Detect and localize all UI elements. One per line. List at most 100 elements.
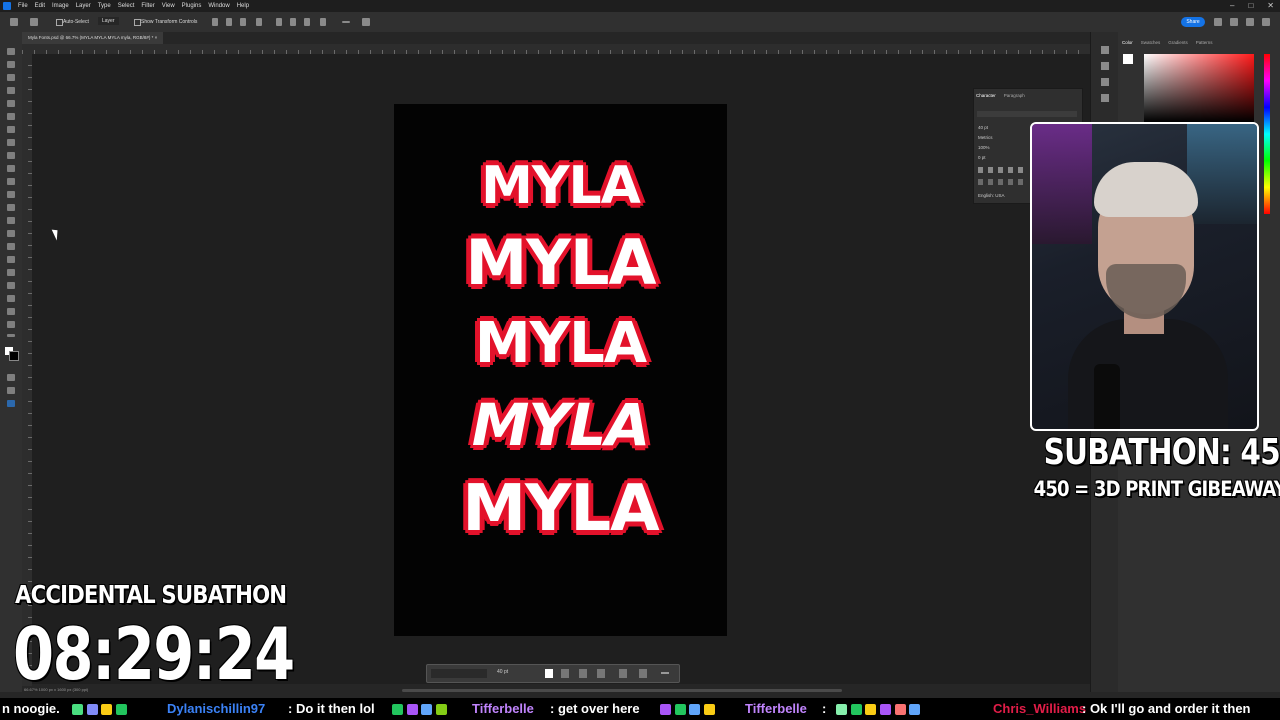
zoom-tool-icon[interactable] — [7, 321, 15, 328]
type-style-buttons[interactable] — [978, 167, 1026, 173]
myla-text-layer-3[interactable]: MYLA — [394, 311, 727, 376]
tab-patterns[interactable]: Patterns — [1196, 40, 1213, 45]
font-family-field[interactable] — [431, 669, 487, 678]
move-tool-icon[interactable] — [7, 48, 15, 55]
menu-filter[interactable]: Filter — [141, 0, 154, 12]
myla-text-layer-2[interactable]: MYLA — [394, 226, 727, 299]
close-tab-icon[interactable]: × — [155, 35, 158, 40]
tab-swatches[interactable]: Swatches — [1141, 40, 1161, 45]
font-size-field[interactable]: 40 pt — [497, 669, 508, 675]
kerning-value[interactable]: Metrics — [978, 135, 993, 140]
align-right-text-icon[interactable] — [597, 669, 605, 678]
workspace-icon[interactable] — [1246, 18, 1254, 26]
distribute-horizontal-icon[interactable] — [304, 18, 310, 26]
horizontal-scrollbar[interactable] — [402, 689, 842, 692]
text-color-swatch[interactable] — [545, 669, 553, 678]
pen-tool-alt-icon[interactable] — [7, 256, 15, 263]
menu-file[interactable]: File — [18, 0, 28, 12]
eraser-tool-icon[interactable] — [7, 191, 15, 198]
distribute-spacing-icon[interactable] — [320, 18, 326, 26]
text-options-icon[interactable] — [639, 669, 647, 678]
layer-select-dropdown[interactable]: Layer — [98, 17, 119, 25]
minimize-icon[interactable]: – — [1230, 0, 1234, 12]
myla-text-layer-1[interactable]: MYLA — [394, 156, 727, 216]
menu-select[interactable]: Select — [118, 0, 135, 12]
language-value[interactable]: English: USA — [978, 193, 1005, 198]
artboard[interactable]: MYLA MYLA MYLA MYLA MYLA — [394, 104, 727, 636]
align-left-text-icon[interactable] — [561, 669, 569, 678]
history-brush-tool-icon[interactable] — [7, 178, 15, 185]
menu-edit[interactable]: Edit — [35, 0, 45, 12]
blur-tool-icon[interactable] — [7, 217, 15, 224]
screen-mode-icon[interactable] — [7, 387, 15, 394]
align-center-icon[interactable] — [226, 18, 232, 26]
menu-layer[interactable]: Layer — [76, 0, 91, 12]
type-tool-icon[interactable] — [7, 269, 15, 276]
move-tool-icon[interactable] — [30, 18, 38, 26]
eyedropper-tool-icon[interactable] — [7, 126, 15, 133]
baseline-shift-value[interactable]: 0 pt — [978, 155, 986, 160]
tab-gradients[interactable]: Gradients — [1168, 40, 1188, 45]
myla-text-layer-4[interactable]: MYLA — [394, 391, 727, 459]
lightbulb-icon[interactable] — [1214, 18, 1222, 26]
rectangle-tool-icon[interactable] — [7, 295, 15, 302]
tab-paragraph[interactable]: Paragraph — [1004, 93, 1025, 98]
more-icon[interactable] — [661, 672, 669, 674]
lasso-tool-icon[interactable] — [7, 74, 15, 81]
more-options-icon[interactable] — [342, 21, 350, 23]
comments-panel-icon[interactable] — [1101, 94, 1109, 102]
marquee-tool-icon[interactable] — [7, 61, 15, 68]
foreground-color-chip[interactable] — [1123, 54, 1133, 64]
search-icon[interactable] — [1230, 18, 1238, 26]
opentype-buttons[interactable] — [978, 179, 1026, 185]
properties-panel-icon[interactable] — [1101, 78, 1109, 86]
menu-image[interactable]: Image — [52, 0, 69, 12]
menu-help[interactable]: Help — [237, 0, 249, 12]
transform-controls-checkbox[interactable] — [134, 19, 141, 26]
horizontal-ruler[interactable] — [22, 44, 1090, 54]
generative-fill-icon[interactable] — [7, 400, 15, 407]
myla-text-layer-5[interactable]: MYLA — [394, 472, 727, 546]
clone-stamp-tool-icon[interactable] — [7, 165, 15, 172]
gear-icon[interactable] — [362, 18, 370, 26]
color-picker-field[interactable] — [1144, 54, 1254, 122]
align-center-text-icon[interactable] — [579, 669, 587, 678]
distribute-icon[interactable] — [276, 18, 282, 26]
tab-character[interactable]: Character — [976, 93, 996, 98]
document-tab[interactable]: Myla Fonts.psd @ 66.7% (MYLA MYLA MYLA m… — [22, 32, 164, 44]
auto-select-checkbox[interactable] — [56, 19, 63, 26]
quick-mask-icon[interactable] — [7, 374, 15, 381]
dodge-tool-icon[interactable] — [7, 230, 15, 237]
vertical-scale-value[interactable]: 100% — [978, 145, 990, 150]
distribute-vertical-icon[interactable] — [290, 18, 296, 26]
hue-slider[interactable] — [1264, 54, 1270, 214]
align-top-icon[interactable] — [256, 18, 262, 26]
font-size-value[interactable]: 40 pt — [978, 125, 988, 130]
menu-type[interactable]: Type — [98, 0, 111, 12]
maximize-icon[interactable]: □ — [1248, 0, 1253, 12]
close-icon[interactable]: ✕ — [1267, 0, 1274, 12]
tab-color[interactable]: Color — [1122, 40, 1133, 45]
magic-wand-tool-icon[interactable] — [7, 87, 15, 94]
align-left-icon[interactable] — [212, 18, 218, 26]
warp-text-icon[interactable] — [619, 669, 627, 678]
menu-view[interactable]: View — [162, 0, 175, 12]
brush-tool-icon[interactable] — [7, 152, 15, 159]
path-selection-tool-icon[interactable] — [7, 282, 15, 289]
healing-brush-tool-icon[interactable] — [7, 139, 15, 146]
background-color-swatch[interactable] — [9, 351, 19, 361]
layers-panel-icon[interactable] — [1101, 46, 1109, 54]
gradient-tool-icon[interactable] — [7, 204, 15, 211]
frame-tool-icon[interactable] — [7, 113, 15, 120]
play-action-icon[interactable] — [1101, 62, 1109, 70]
font-family-select[interactable] — [977, 111, 1077, 117]
home-icon[interactable] — [10, 18, 18, 26]
hand-tool-icon[interactable] — [7, 308, 15, 315]
align-right-icon[interactable] — [240, 18, 246, 26]
menu-plugins[interactable]: Plugins — [182, 0, 202, 12]
share-button[interactable]: Share — [1181, 17, 1205, 27]
crop-tool-icon[interactable] — [7, 100, 15, 107]
more-tools-icon[interactable] — [7, 334, 15, 337]
menu-window[interactable]: Window — [208, 0, 229, 12]
expand-icon[interactable] — [1262, 18, 1270, 26]
